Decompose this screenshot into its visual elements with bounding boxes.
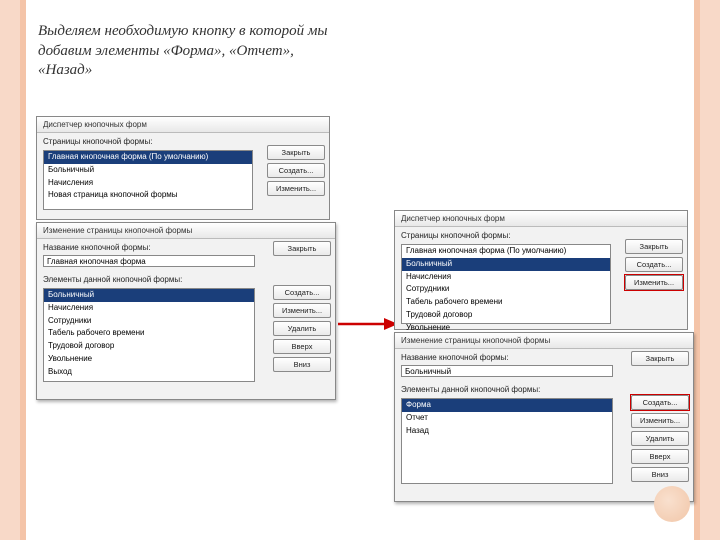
down-button[interactable]: Вниз [631, 467, 689, 482]
close-button[interactable]: Закрыть [267, 145, 325, 160]
list-item[interactable]: Начисления [44, 177, 252, 190]
list-item[interactable]: Главная кнопочная форма (По умолчанию) [44, 151, 252, 164]
edit-button[interactable]: Изменить... [625, 275, 683, 290]
elements-listbox[interactable]: Больничный Начисления Сотрудники Табель … [43, 288, 255, 382]
list-item[interactable]: Выход [44, 366, 254, 379]
delete-button[interactable]: Удалить [631, 431, 689, 446]
dialog-title: Изменение страницы кнопочной формы [395, 333, 693, 349]
list-item[interactable]: Форма [402, 399, 612, 412]
dispatcher-dialog-left: Диспетчер кнопочных форм Страницы кнопоч… [36, 116, 330, 220]
arrow-icon [336, 316, 398, 332]
list-item[interactable]: Трудовой договор [402, 309, 610, 322]
list-item[interactable]: Больничный [402, 258, 610, 271]
close-button[interactable]: Закрыть [273, 241, 331, 256]
edit-button[interactable]: Изменить... [267, 181, 325, 196]
list-item[interactable]: Больничный [44, 164, 252, 177]
name-field[interactable]: Больничный [401, 365, 613, 377]
corner-decoration [654, 486, 690, 522]
elements-label: Элементы данной кнопочной формы: [395, 381, 693, 396]
list-item[interactable]: Трудовой договор [44, 340, 254, 353]
slide-heading: Выделяем необходимую кнопку в которой мы… [38, 22, 338, 81]
list-item[interactable]: Главная кнопочная форма (По умолчанию) [402, 245, 610, 258]
create-button[interactable]: Создать... [267, 163, 325, 178]
edit-page-dialog-right: Изменение страницы кнопочной формы Назва… [394, 332, 694, 502]
list-item[interactable]: Начисления [402, 271, 610, 284]
dispatcher-dialog-right: Диспетчер кнопочных форм Страницы кнопоч… [394, 210, 688, 330]
list-item[interactable]: Сотрудники [402, 283, 610, 296]
dialog-title: Диспетчер кнопочных форм [395, 211, 687, 227]
list-item[interactable]: Увольнение [44, 353, 254, 366]
close-button[interactable]: Закрыть [625, 239, 683, 254]
create-button[interactable]: Создать... [631, 395, 689, 410]
pages-listbox[interactable]: Главная кнопочная форма (По умолчанию) Б… [401, 244, 611, 324]
create-button[interactable]: Создать... [273, 285, 331, 300]
down-button[interactable]: Вниз [273, 357, 331, 372]
dialog-title: Изменение страницы кнопочной формы [37, 223, 335, 239]
up-button[interactable]: Вверх [631, 449, 689, 464]
list-item[interactable]: Новая страница кнопочной формы [44, 189, 252, 202]
close-button[interactable]: Закрыть [631, 351, 689, 366]
delete-button[interactable]: Удалить [273, 321, 331, 336]
up-button[interactable]: Вверх [273, 339, 331, 354]
pages-listbox[interactable]: Главная кнопочная форма (По умолчанию) Б… [43, 150, 253, 210]
elements-listbox[interactable]: Форма Отчет Назад [401, 398, 613, 484]
list-item[interactable]: Начисления [44, 302, 254, 315]
list-item[interactable]: Назад [402, 425, 612, 438]
list-item[interactable]: Больничный [44, 289, 254, 302]
edit-page-dialog-left: Изменение страницы кнопочной формы Назва… [36, 222, 336, 400]
list-item[interactable]: Табель рабочего времени [402, 296, 610, 309]
list-item[interactable]: Табель рабочего времени [44, 327, 254, 340]
name-field[interactable]: Главная кнопочная форма [43, 255, 255, 267]
edit-button[interactable]: Изменить... [631, 413, 689, 428]
create-button[interactable]: Создать... [625, 257, 683, 272]
list-item[interactable]: Отчет [402, 412, 612, 425]
elements-label: Элементы данной кнопочной формы: [37, 271, 335, 286]
list-item[interactable]: Сотрудники [44, 315, 254, 328]
edit-button[interactable]: Изменить... [273, 303, 331, 318]
dialog-title: Диспетчер кнопочных форм [37, 117, 329, 133]
